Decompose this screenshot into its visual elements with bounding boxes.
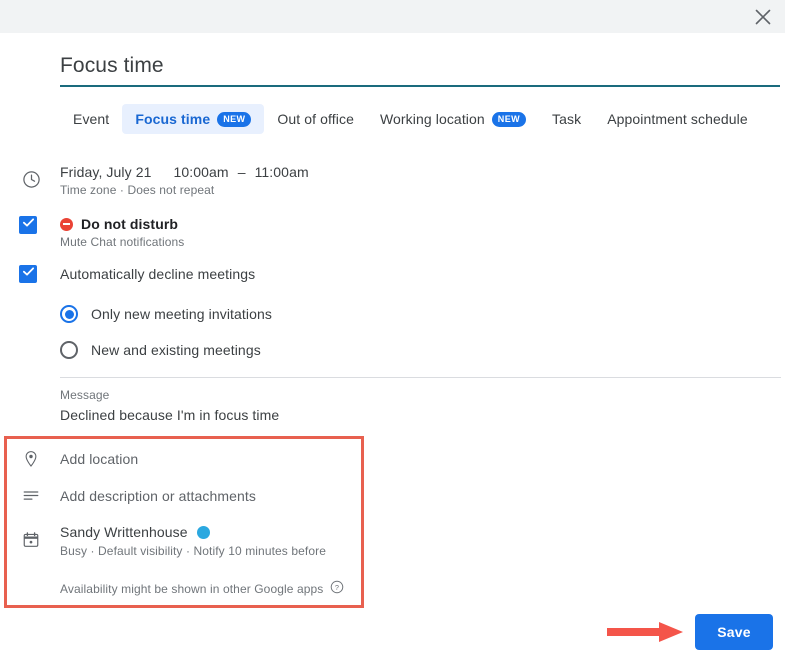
do-not-disturb-label: Do not disturb [81,216,179,232]
window-title-bar [0,0,785,33]
decline-message-field[interactable]: Message Declined because I'm in focus ti… [60,388,279,423]
clock-icon [20,170,42,189]
tab-working-location-label: Working location [379,111,485,127]
availability-note: Availability might be shown in other Goo… [60,580,344,597]
tab-focus-time-label: Focus time [135,111,211,127]
calendar-icon [20,531,42,549]
do-not-disturb-checkbox[interactable] [19,216,37,234]
tab-event[interactable]: Event [60,104,122,134]
time-range-dash: – [237,164,246,180]
calendar-owner-name: Sandy Writtenhouse [60,524,188,540]
tab-task-label: Task [552,111,582,127]
checkmark-icon [22,216,35,234]
do-not-disturb-row: Do not disturb Mute Chat notifications [60,216,184,249]
close-button[interactable] [749,3,777,31]
section-divider [60,377,781,378]
radio-button-unselected-icon [60,341,78,359]
calendar-color-dot-icon [196,525,210,539]
tab-focus-time[interactable]: Focus time NEW [122,104,265,134]
tab-appointment-schedule-label: Appointment schedule [607,111,748,127]
auto-decline-label: Automatically decline meetings [60,266,256,282]
arrow-annotation [605,619,687,650]
calendar-owner-details: Busy · Default visibility · Notify 10 mi… [60,544,326,558]
event-date[interactable]: Friday, July 21 [60,164,152,180]
help-circle-icon[interactable]: ? [330,580,344,597]
add-location-row[interactable]: Add location [60,450,138,469]
message-label: Message [60,388,110,402]
event-type-tabs: Event Focus time NEW Out of office Worki… [60,104,761,134]
radio-new-and-existing-label: New and existing meetings [91,342,261,358]
save-button[interactable]: Save [695,614,773,650]
radio-new-and-existing[interactable]: New and existing meetings [60,341,261,359]
add-location-label: Add location [60,451,139,467]
availability-note-text: Availability might be shown in other Goo… [60,581,324,596]
radio-only-new-invitations-label: Only new meeting invitations [91,306,272,322]
page-title: Focus time [60,54,164,77]
calendar-owner-row[interactable]: Sandy Writtenhouse Busy · Default visibi… [60,524,326,558]
radio-only-new-invitations[interactable]: Only new meeting invitations [60,305,272,323]
close-icon [755,9,771,25]
tab-working-location[interactable]: Working location NEW [367,104,539,134]
add-description-label: Add description or attachments [60,488,256,504]
add-description-row[interactable]: Add description or attachments [60,487,256,506]
tab-out-of-office[interactable]: Out of office [264,104,367,134]
tab-event-label: Event [73,111,110,127]
checkmark-icon [22,265,35,283]
message-value: Declined because I'm in focus time [60,407,280,423]
tab-task[interactable]: Task [539,104,594,134]
tab-appointment-schedule[interactable]: Appointment schedule [594,104,761,134]
timezone-repeat-label[interactable]: Time zone · Does not repeat [60,183,309,197]
do-not-disturb-sublabel: Mute Chat notifications [60,235,185,249]
svg-text:?: ? [335,583,339,592]
tab-focus-time-new-badge: NEW [217,111,252,127]
description-icon [20,487,42,505]
tab-out-of-office-label: Out of office [277,111,354,127]
location-pin-icon [20,450,42,468]
event-end-time[interactable]: 11:00am [255,164,309,180]
title-underline [60,85,780,87]
event-title-field[interactable]: Focus time [60,52,780,87]
radio-button-selected-icon [60,305,78,323]
auto-decline-checkbox[interactable] [19,265,37,283]
tab-working-location-new-badge: NEW [491,111,526,127]
event-start-time[interactable]: 10:00am [174,164,229,180]
do-not-disturb-icon [60,217,73,231]
datetime-row: Friday, July 21 10:00am – 11:00am Time z… [60,164,309,197]
